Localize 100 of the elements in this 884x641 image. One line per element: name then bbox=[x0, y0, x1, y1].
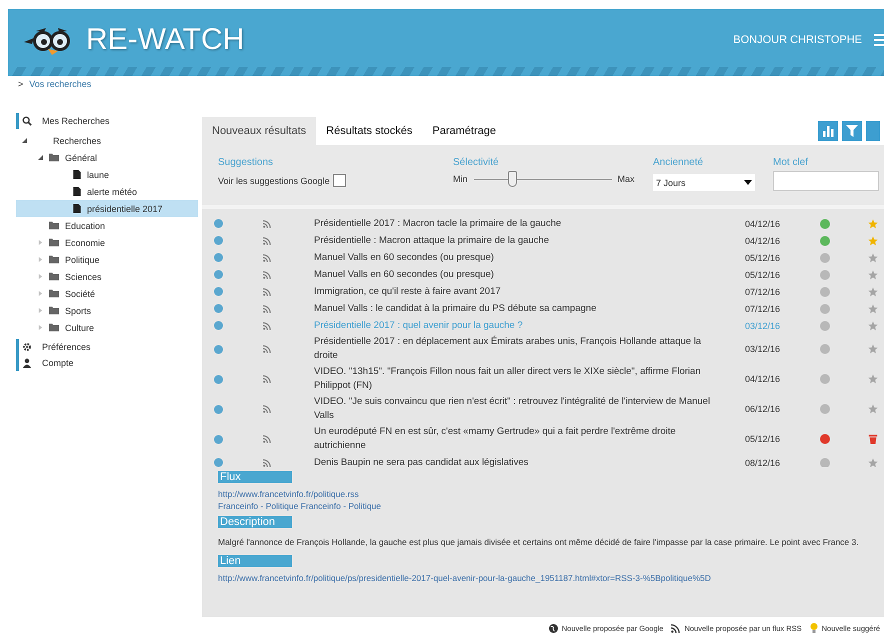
status-dot bbox=[214, 404, 223, 414]
tree-item[interactable]: Economie bbox=[16, 234, 198, 251]
rss-icon bbox=[263, 254, 271, 262]
result-date: 04/12/16 bbox=[745, 374, 782, 384]
status-dot bbox=[214, 304, 223, 313]
expand-icon bbox=[38, 257, 43, 262]
status-dot bbox=[214, 270, 223, 279]
filter-label: Ancienneté bbox=[653, 157, 704, 168]
result-title[interactable]: Manuel Valls en 60 secondes (ou presque) bbox=[314, 266, 714, 282]
tree-item[interactable]: présidentielle 2017 bbox=[16, 200, 198, 217]
result-title[interactable]: Un eurodéputé FN en est sûr, c'est «mamy Gertrude» qui a fait perdre l'extrême droite autrichienne bbox=[314, 424, 714, 454]
trash-icon[interactable] bbox=[868, 434, 878, 444]
rss-icon bbox=[263, 435, 271, 443]
tree-item[interactable]: Général bbox=[16, 149, 198, 166]
result-date: 05/12/16 bbox=[745, 270, 782, 280]
filter-button[interactable] bbox=[842, 121, 862, 141]
star-icon[interactable] bbox=[868, 304, 878, 314]
tree-item[interactable]: Culture bbox=[16, 319, 198, 336]
feed-link[interactable]: http://www.francetvinfo.fr/politique.rss bbox=[218, 489, 381, 499]
tree-item[interactable]: Sports bbox=[16, 302, 198, 319]
status-dot bbox=[214, 434, 223, 444]
rss-icon bbox=[263, 345, 271, 353]
tab[interactable]: Résultats stockés bbox=[316, 117, 422, 145]
bar-chart-icon bbox=[822, 125, 834, 137]
result-title[interactable]: Denis Baupin ne sera pas candidat aux législatives bbox=[314, 454, 714, 467]
sidebar-section[interactable]: Compte bbox=[16, 355, 198, 371]
breadcrumb-link[interactable]: Vos recherches bbox=[29, 79, 92, 91]
result-title[interactable]: Présidentielle : Macron attaque la primaire de la gauche bbox=[314, 232, 714, 248]
expand-icon bbox=[38, 240, 43, 245]
rss-icon bbox=[263, 458, 271, 466]
feed-link[interactable]: http://www.francetvinfo.fr/politique/ps/presidentielle-2017-quel-avenir-pour-la-gauche_1951187.html#xtor=RSS-3-%5Bpolitique%5D bbox=[218, 573, 711, 583]
settings-icon bbox=[22, 342, 32, 352]
tree-item[interactable]: Recherches bbox=[16, 132, 198, 149]
result-title[interactable]: Présidentielle 2017 : en déplacement aux Émirats arabes unis, François Hollande attaque la droite bbox=[314, 334, 714, 364]
star-icon[interactable] bbox=[868, 252, 878, 262]
expand-icon bbox=[38, 291, 43, 296]
feed-link[interactable]: Franceinfo - Politique Franceinfo - Politique bbox=[218, 501, 381, 511]
tree-item[interactable]: Education bbox=[16, 217, 198, 234]
section-heading: Flux bbox=[218, 471, 292, 483]
rss-icon bbox=[263, 322, 271, 330]
folder-icon bbox=[49, 153, 59, 162]
chart-button[interactable] bbox=[818, 121, 838, 141]
rss-icon bbox=[263, 236, 271, 244]
search-icon bbox=[22, 116, 32, 126]
expand-icon bbox=[22, 138, 27, 143]
section-heading: Description bbox=[218, 516, 292, 528]
globe-icon bbox=[548, 624, 558, 632]
expand-icon bbox=[38, 325, 43, 330]
star-icon[interactable] bbox=[868, 236, 878, 246]
rss-icon bbox=[671, 624, 680, 632]
tree-item[interactable]: Sciences bbox=[16, 268, 198, 285]
age-dropdown[interactable]: 7 Jours bbox=[653, 174, 755, 191]
star-icon[interactable] bbox=[868, 458, 878, 467]
result-title[interactable]: Manuel Valls : le candidat à la primaire du PS débute sa campagne bbox=[314, 300, 714, 316]
result-title[interactable]: Immigration, ce qu'il reste à faire avant 2017 bbox=[314, 284, 714, 300]
tree-item[interactable]: Politique bbox=[16, 251, 198, 268]
tree-item[interactable]: Société bbox=[16, 285, 198, 302]
star-icon[interactable] bbox=[868, 344, 878, 354]
checkbox[interactable] bbox=[332, 174, 346, 187]
rss-icon bbox=[263, 220, 271, 228]
user-icon bbox=[22, 358, 32, 368]
expand-icon bbox=[38, 274, 43, 279]
result-title[interactable]: Manuel Valls en 60 secondes (ou presque) bbox=[314, 250, 714, 266]
filter-label: Mot clef bbox=[773, 157, 810, 168]
result-date: 07/12/16 bbox=[745, 286, 782, 296]
rss-icon bbox=[263, 375, 271, 383]
slider-min-label: Min bbox=[453, 174, 468, 184]
filter-label: Sélectivité bbox=[453, 157, 500, 168]
slider-max-label: Max bbox=[618, 174, 635, 184]
status-dot bbox=[214, 321, 223, 330]
keyword-field[interactable] bbox=[773, 171, 879, 191]
star-icon[interactable] bbox=[868, 270, 878, 280]
status-dot bbox=[214, 236, 223, 245]
expand-icon bbox=[38, 155, 43, 160]
star-icon[interactable] bbox=[868, 404, 878, 414]
status-dot bbox=[214, 458, 223, 467]
tab[interactable]: Paramétrage bbox=[422, 117, 506, 145]
star-icon[interactable] bbox=[868, 320, 878, 330]
tree-item[interactable]: laune bbox=[16, 166, 198, 183]
lightbulb-icon bbox=[810, 623, 818, 633]
star-icon[interactable] bbox=[868, 374, 878, 384]
tab[interactable]: Nouveaux résultats bbox=[202, 117, 316, 145]
result-date: 04/12/16 bbox=[745, 218, 782, 228]
section-heading: Lien bbox=[218, 555, 292, 567]
slider-thumb[interactable] bbox=[508, 170, 518, 186]
result-title[interactable]: VIDEO. "13h15". "François Fillon nous fait un aller direct vers le XIXe siècle", affirme Florian Philippot (FN) bbox=[314, 364, 714, 394]
tree-item[interactable]: alerte météo bbox=[16, 183, 198, 200]
sidebar-section[interactable]: Préférences bbox=[16, 339, 198, 355]
app-title: RE-WATCH bbox=[86, 22, 244, 56]
star-icon[interactable] bbox=[868, 218, 878, 228]
sidebar-section[interactable]: Mes Recherches bbox=[16, 113, 198, 129]
funnel-icon bbox=[846, 125, 858, 137]
star-icon[interactable] bbox=[868, 286, 878, 296]
result-title[interactable]: Présidentielle 2017 : Macron tacle la primaire de la gauche bbox=[314, 216, 714, 232]
result-date: 06/12/16 bbox=[745, 404, 782, 414]
result-date: 03/12/16 bbox=[745, 344, 782, 354]
checkbox-label: Voir les suggestions Google bbox=[218, 176, 330, 186]
status-dot bbox=[214, 253, 223, 262]
rss-icon bbox=[263, 304, 271, 312]
result-title[interactable]: VIDEO. "Je suis convaincu que rien n'est écrit" : retrouvez l'intégralité de l'interview de Manuel Valls bbox=[314, 394, 714, 424]
